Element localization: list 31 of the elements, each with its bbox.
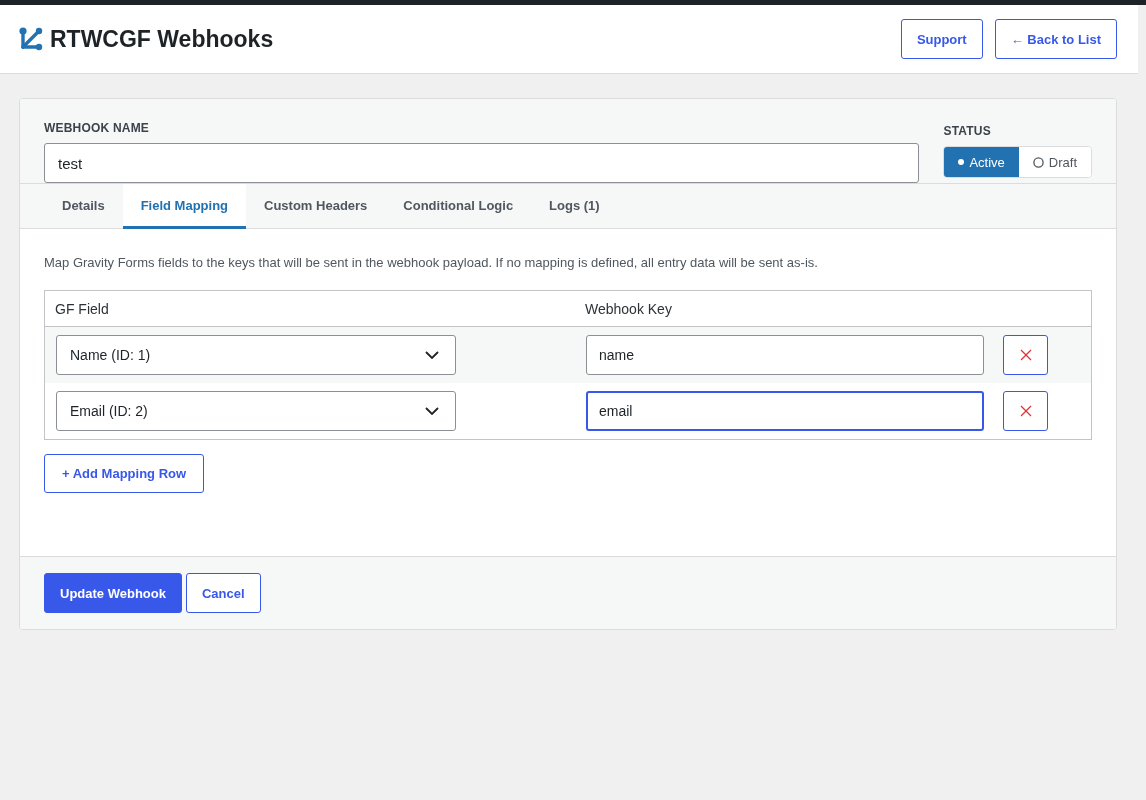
dot-icon	[958, 159, 965, 165]
ring-icon	[1032, 156, 1044, 168]
header-button[interactable]: Support	[900, 19, 983, 59]
app-title: RTWCGF Webhooks	[50, 25, 274, 54]
status-option[interactable]: Active	[944, 147, 1019, 177]
tab[interactable]: Custom Headers	[246, 184, 386, 229]
update-button[interactable]: Update Webhook	[44, 573, 182, 613]
description-text: Map Gravity Forms fields to the keys that will be sent in the webhook payload. If no mapping is defined, all entry data will be sent as-is.	[44, 254, 819, 272]
chevron-down-icon	[425, 351, 439, 359]
remove-row-button[interactable]	[1003, 391, 1048, 431]
tab[interactable]: Details	[44, 184, 123, 229]
cancel-button[interactable]: Cancel	[185, 573, 261, 613]
webhook-key-input[interactable]: name	[586, 335, 984, 375]
column-header: Webhook Key	[585, 300, 672, 317]
field-label: WEBHOOK NAME	[44, 121, 151, 135]
tab[interactable]: Conditional Logic	[385, 184, 532, 229]
webhook-key-input[interactable]: email	[586, 391, 984, 431]
column-header: GF Field	[55, 300, 109, 317]
field-select[interactable]: Email (ID: 2)	[56, 391, 456, 431]
cross-icon	[1019, 349, 1032, 361]
field-label: STATUS	[943, 124, 992, 138]
header-button[interactable]: ← Back to List	[994, 19, 1117, 59]
logo-icon	[19, 27, 43, 51]
webhook-name-input[interactable]: test	[44, 143, 920, 183]
add-row-button[interactable]: + Add Mapping Row	[44, 454, 205, 493]
tab[interactable]: Field Mapping	[122, 184, 247, 229]
remove-row-button[interactable]	[1003, 335, 1048, 375]
chevron-down-icon	[425, 407, 439, 415]
cross-icon	[1019, 405, 1032, 417]
field-select[interactable]: Name (ID: 1)	[56, 335, 456, 375]
tab[interactable]: Logs (1)	[531, 184, 618, 229]
